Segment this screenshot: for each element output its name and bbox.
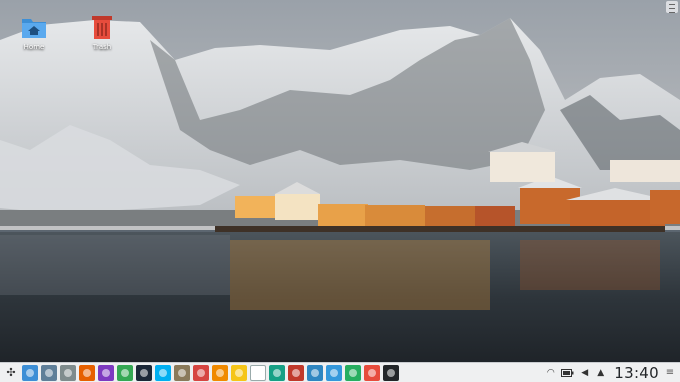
application-launcher-button[interactable]: ✣: [3, 365, 19, 381]
text-document-task-button[interactable]: [250, 364, 266, 381]
toolbox-line: [669, 12, 675, 13]
skype-icon: [159, 368, 167, 377]
steam-task-button[interactable]: [136, 364, 152, 381]
firefox-nightly-icon: [102, 368, 110, 377]
desktop-task-button[interactable]: [22, 364, 38, 381]
panel-options-icon[interactable]: ≡: [664, 367, 676, 378]
digital-clock[interactable]: 13:40: [614, 364, 659, 382]
archive-icon: [64, 368, 72, 377]
chrome-task-button[interactable]: [117, 364, 133, 381]
gimp-task-button[interactable]: [174, 364, 190, 381]
chrome-icon: [121, 368, 129, 377]
ebook-icon: [273, 368, 281, 377]
taskbar-panel: ✣ ◠ ◀ ▲ 13:40 ≡: [0, 362, 680, 382]
battery-icon[interactable]: [561, 367, 574, 378]
desktop-icon: [26, 368, 34, 377]
task-manager: [19, 364, 399, 381]
desktop-icon-trash[interactable]: Trash: [77, 14, 127, 51]
steam-icon: [140, 368, 148, 377]
application-launcher-icon: ✣: [6, 366, 16, 379]
banana-task-button[interactable]: [231, 364, 247, 381]
file-manager-task-button[interactable]: [41, 364, 57, 381]
activity-monitor-icon: [330, 368, 338, 377]
firefox-icon: [83, 368, 91, 377]
banana-icon: [235, 368, 243, 377]
screenshot-icon: [197, 368, 205, 377]
firefox-task-button[interactable]: [79, 364, 95, 381]
desktop-wallpaper: [0, 0, 680, 362]
desktop-toolbox-button[interactable]: [666, 1, 678, 13]
desktop-icon-home[interactable]: Home: [9, 14, 59, 51]
remote-desktop-icon: [368, 368, 376, 377]
activity-monitor-task-button[interactable]: [326, 364, 342, 381]
document-viewer-icon: [292, 368, 300, 377]
home-folder-icon: [22, 19, 46, 38]
ebook-task-button[interactable]: [269, 364, 285, 381]
volume-icon[interactable]: ◀: [579, 367, 590, 378]
desktop-icon-label: Trash: [92, 43, 112, 51]
system-tray: ◠ ◀ ▲ 13:40 ≡: [540, 364, 680, 382]
desktop-icon-label: Home: [23, 43, 45, 51]
document-viewer-task-button[interactable]: [288, 364, 304, 381]
system-monitor-task-button[interactable]: [307, 364, 323, 381]
firefox-nightly-task-button[interactable]: [98, 364, 114, 381]
toolbox-line: [669, 8, 675, 9]
image-viewer-icon: [349, 368, 357, 377]
terminal-icon: [387, 368, 395, 377]
file-manager-icon: [45, 368, 53, 377]
skype-task-button[interactable]: [155, 364, 171, 381]
archive-task-button[interactable]: [60, 364, 76, 381]
terminal-task-button[interactable]: [383, 364, 399, 381]
remote-desktop-task-button[interactable]: [364, 364, 380, 381]
trash-icon: [92, 16, 112, 39]
vlc-icon: [216, 368, 224, 377]
text-document-icon: [254, 368, 262, 377]
network-wifi-icon[interactable]: ◠: [545, 367, 556, 378]
screenshot-task-button[interactable]: [193, 364, 209, 381]
expand-tray-icon[interactable]: ▲: [595, 367, 606, 378]
image-viewer-task-button[interactable]: [345, 364, 361, 381]
gimp-icon: [178, 368, 186, 377]
vlc-task-button[interactable]: [212, 364, 228, 381]
toolbox-line: [669, 4, 675, 5]
system-monitor-icon: [311, 368, 319, 377]
